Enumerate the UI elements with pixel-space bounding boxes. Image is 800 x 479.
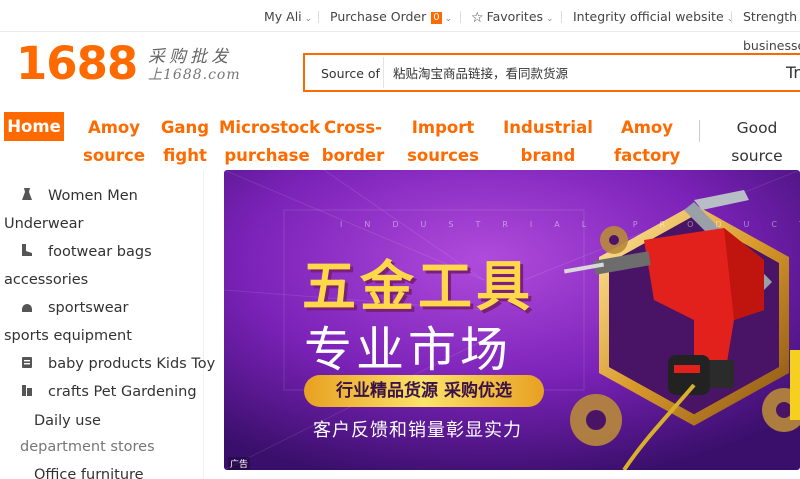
nav-label: border [321, 146, 385, 165]
nav-gang-fight[interactable]: Gang fight [158, 114, 212, 170]
chevron-down-icon: ⌄ [304, 14, 313, 24]
favorites-label: Favorites [486, 9, 544, 24]
hero-banner[interactable]: INDUSTRIAL PRODUCTS 五金工具 专业市场 行业精品货源 采购优… [224, 170, 800, 470]
purchase-order-label: Purchase Order [330, 9, 427, 24]
divider [699, 120, 700, 142]
category-sidebar: Women Men Underwear footwear bags access… [4, 170, 215, 479]
nav-good-source[interactable]: Good source [726, 114, 788, 170]
nav-label: Industrial [503, 118, 593, 137]
nav-label: Microstock [219, 118, 321, 137]
favorites-menu[interactable]: ☆ Favorites ⌄ [471, 9, 554, 26]
nav-label: source [731, 147, 783, 165]
helmet-icon [22, 304, 32, 312]
nav-label: Good [736, 119, 778, 137]
shoe-icon [22, 244, 32, 256]
nav-microstock-purchase[interactable]: Microstock purchase [219, 114, 321, 170]
category-label: Office furniture [34, 467, 144, 479]
integrity-website-menu[interactable]: Integrity official website⌄ [573, 9, 734, 24]
strength-businesses-link[interactable]: Strength [743, 9, 797, 24]
divider [318, 11, 319, 23]
divider [731, 11, 732, 23]
nav-label: Amoy [87, 118, 141, 137]
craft-icon [22, 385, 32, 396]
nav-label: source [83, 146, 146, 165]
purchase-order-menu[interactable]: Purchase Order 0 ⌄ [330, 9, 452, 24]
search-trailing-text: Tr [786, 63, 800, 82]
nav-label: sources [407, 146, 479, 165]
my-ali-menu[interactable]: My Ali ⌄ [264, 9, 312, 24]
nav-label: fight [163, 146, 207, 165]
category-label: department stores [20, 439, 155, 455]
my-ali-label: My Ali [264, 9, 302, 24]
chevron-down-icon: ⌄ [444, 14, 453, 24]
top-bar: My Ali ⌄ Purchase Order 0 ⌄ ☆ Favorites ⌄ In… [0, 0, 800, 32]
divider [460, 11, 461, 23]
integrity-label: Integrity official website [573, 9, 724, 24]
category-label: footwear bags [48, 244, 152, 260]
divider [561, 11, 562, 23]
ad-tag: 广告 [228, 457, 251, 470]
star-icon: ☆ [471, 10, 484, 26]
category-label: accessories [4, 272, 89, 288]
nav-label: factory [614, 146, 681, 165]
nav-home[interactable]: Home [4, 112, 64, 141]
banner-tiny-text: INDUSTRIAL PRODUCTS [340, 220, 800, 229]
logo-number: 1688 [16, 37, 138, 90]
chevron-down-icon: ⌄ [546, 14, 554, 24]
category-label: sportswear [48, 300, 129, 316]
banner-subtitle: 专业市场 [304, 322, 513, 378]
strength-businesses-sub[interactable]: businesses [743, 38, 800, 53]
search-input[interactable] [393, 63, 773, 83]
nav-label: Import [411, 118, 475, 137]
nav-label: Cross- [323, 118, 383, 137]
banner-footer: 客户反馈和销量彰显实力 [313, 420, 522, 441]
order-count-badge: 0 [431, 12, 442, 24]
nav-import-sources[interactable]: Import sources [406, 114, 480, 170]
category-label: baby products Kids Toy [48, 356, 216, 372]
category-label: Daily use [34, 413, 101, 429]
main-nav: Home Amoy source Gang fight Microstock purc… [0, 108, 800, 193]
category-label: Women Men [48, 188, 138, 204]
search-source-label: Source of [321, 66, 380, 81]
nav-label: Amoy [620, 118, 674, 137]
nav-amoy-factory[interactable]: Amoy factory [614, 114, 680, 170]
baby-icon [22, 357, 32, 368]
search-bar: Source of Tr [303, 53, 800, 92]
nav-label: purchase [224, 146, 310, 165]
dress-icon [22, 188, 32, 200]
banner-pill: 行业精品货源 采购优选 [304, 375, 544, 407]
logo-url: 上1688.com [148, 67, 241, 83]
nav-label: Gang [160, 118, 210, 137]
nav-amoy-source[interactable]: Amoy source [83, 114, 145, 170]
category-label: sports equipment [4, 328, 132, 344]
nav-cross-border[interactable]: Cross-border [321, 114, 385, 170]
divider [383, 57, 384, 88]
search-source-select[interactable]: Source of [321, 66, 380, 81]
category-label: Underwear [4, 216, 84, 232]
category-label: crafts Pet Gardening [48, 384, 197, 400]
